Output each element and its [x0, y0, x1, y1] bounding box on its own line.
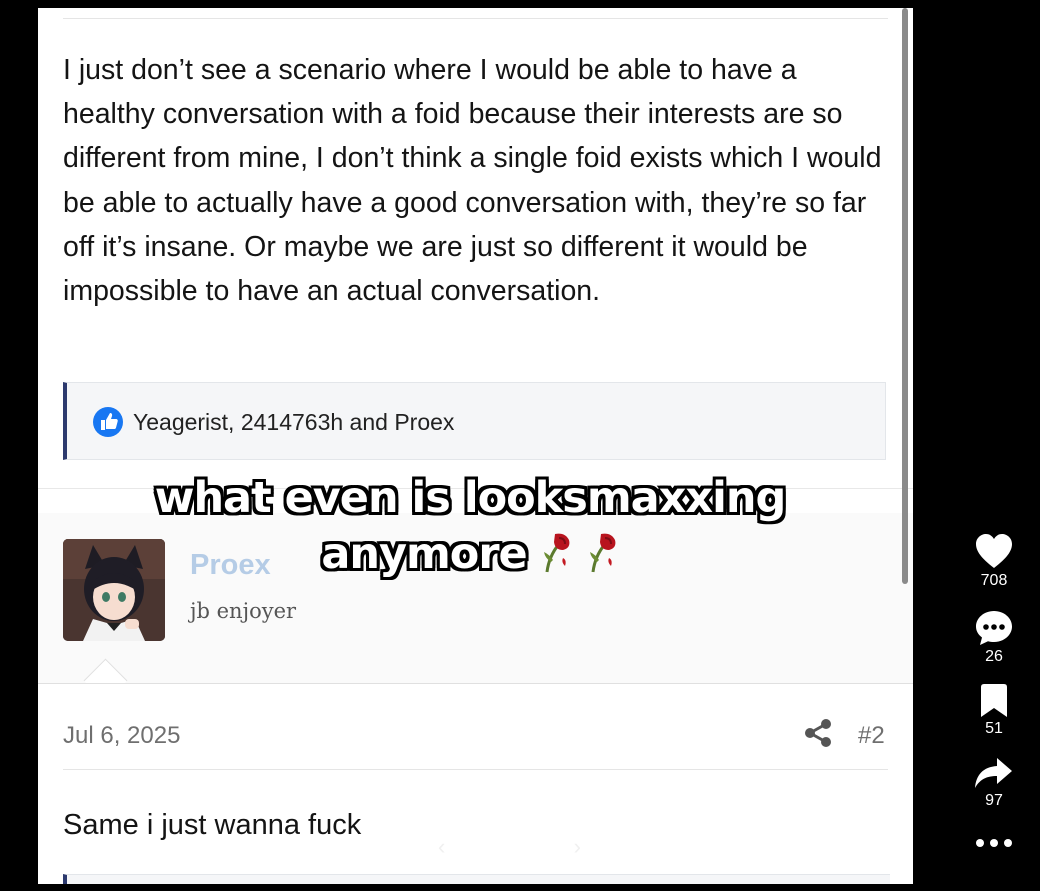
comment-count: 26 — [985, 648, 1003, 665]
carousel-arrows-icon: ‹ › — [438, 834, 582, 859]
video-frame: I just don’t see a scenario where I woul… — [38, 8, 913, 884]
share-button[interactable]: 97 — [966, 756, 1022, 810]
quote-block — [63, 874, 890, 884]
share-count: 97 — [985, 792, 1003, 809]
scrollbar[interactable] — [902, 8, 908, 584]
bookmark-button[interactable]: 51 — [966, 684, 1022, 738]
divider — [63, 769, 888, 770]
user-title: jb enjoyer — [190, 599, 297, 623]
caption-line-2: anymore — [140, 526, 800, 582]
reply-body: Same i just wanna fuck — [63, 809, 362, 841]
caption-line-2-text: anymore — [321, 529, 527, 579]
bookmark-count: 51 — [985, 720, 1003, 737]
reactions-bar[interactable]: Yeagerist, 2414763h and Proex — [63, 382, 886, 460]
forward-icon — [975, 758, 1012, 788]
comment-button[interactable]: 26 — [966, 610, 1022, 666]
divider — [63, 18, 888, 19]
reactions-text[interactable]: Yeagerist, 2414763h and Proex — [133, 409, 454, 436]
comment-icon — [976, 611, 1012, 645]
post-date[interactable]: Jul 6, 2025 — [63, 722, 180, 750]
like-count: 708 — [980, 572, 1008, 589]
share-icon[interactable] — [804, 718, 832, 748]
wilted-rose-emoji — [543, 533, 570, 573]
video-caption-overlay: what even is looksmaxxing anymore — [140, 470, 800, 582]
caption-line-1: what even is looksmaxxing — [154, 473, 787, 523]
wilted-rose-emoji — [589, 533, 616, 573]
bookmark-icon — [981, 684, 1007, 717]
like-button[interactable]: 708 — [966, 534, 1022, 590]
post-body: I just don’t see a scenario where I woul… — [63, 54, 882, 308]
post-number[interactable]: #2 — [858, 722, 885, 750]
more-icon[interactable] — [974, 836, 1014, 850]
like-reaction-icon — [93, 407, 123, 437]
heart-icon — [976, 534, 1012, 568]
